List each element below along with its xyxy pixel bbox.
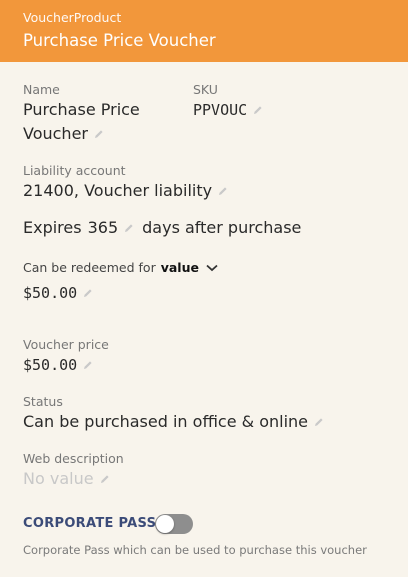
liability-field[interactable]: 21400, Voucher liability <box>23 179 228 203</box>
status-value: Can be purchased in office & online <box>23 412 308 431</box>
pencil-icon[interactable] <box>218 186 228 196</box>
redeem-amount: $50.00 <box>23 284 78 302</box>
name-value-line1: Purchase Price <box>23 100 140 119</box>
pencil-icon[interactable] <box>83 360 93 370</box>
pencil-icon[interactable] <box>253 105 263 115</box>
web-description-field[interactable]: No value <box>23 467 110 491</box>
name-label: Name <box>23 82 60 97</box>
pencil-icon[interactable] <box>100 474 110 484</box>
redeem-selector[interactable]: Can be redeemed for value <box>23 260 218 275</box>
sku-field[interactable]: PPVOUC <box>193 98 263 122</box>
redeem-mode[interactable]: value <box>161 260 199 275</box>
price-label: Voucher price <box>23 337 109 352</box>
expiry-prefix: Expires <box>23 218 82 237</box>
sku-value: PPVOUC <box>193 101 248 119</box>
toggle-knob <box>156 515 174 533</box>
pencil-icon[interactable] <box>94 129 104 139</box>
pencil-icon[interactable] <box>314 417 324 427</box>
price-field[interactable]: $50.00 <box>23 353 93 377</box>
sku-label: SKU <box>193 82 218 97</box>
liability-label: Liability account <box>23 163 126 178</box>
corporate-pass-toggle[interactable] <box>155 514 193 534</box>
status-label: Status <box>23 394 63 409</box>
liability-value: 21400, Voucher liability <box>23 181 213 200</box>
expiry-days[interactable]: 365 <box>88 216 119 240</box>
corporate-pass-description: Corporate Pass which can be used to purc… <box>23 543 367 557</box>
expiry-row: Expires 365 days after purchase <box>23 216 301 240</box>
redeem-amount-field[interactable]: $50.00 <box>23 281 93 305</box>
pencil-icon[interactable] <box>124 223 134 233</box>
name-value-line2: Voucher <box>23 124 88 143</box>
redeem-label: Can be redeemed for <box>23 260 156 275</box>
corporate-pass-label: CORPORATE PASS <box>23 516 157 531</box>
expiry-suffix: days after purchase <box>142 218 302 237</box>
web-description-value: No value <box>23 469 94 488</box>
page-title: Purchase Price Voucher <box>23 31 216 50</box>
status-field[interactable]: Can be purchased in office & online <box>23 410 324 434</box>
name-field[interactable]: Purchase Price Voucher <box>23 98 140 146</box>
price-value: $50.00 <box>23 356 78 374</box>
chevron-down-icon[interactable] <box>206 260 218 275</box>
pencil-icon[interactable] <box>83 288 93 298</box>
entity-type-label: VoucherProduct <box>23 10 122 25</box>
app-header: VoucherProduct Purchase Price Voucher <box>0 0 408 62</box>
web-description-label: Web description <box>23 451 124 466</box>
